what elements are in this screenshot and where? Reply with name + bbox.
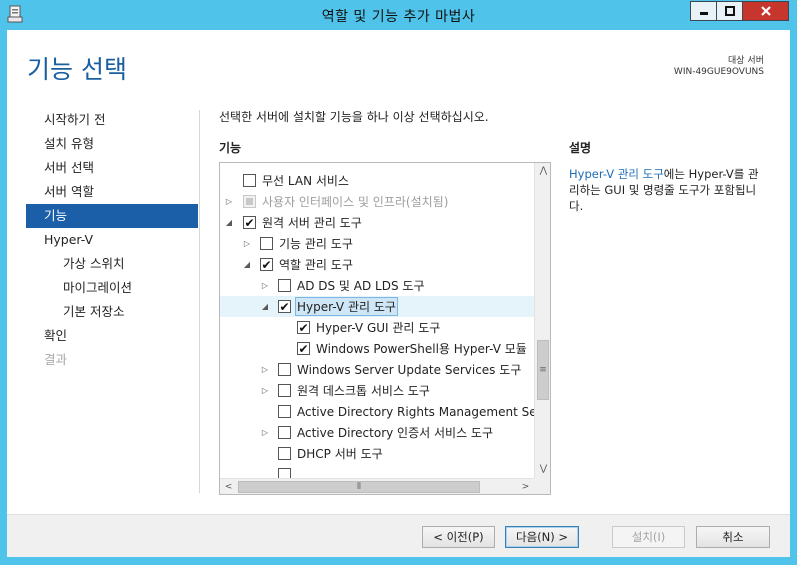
- tree-item[interactable]: ✔ Windows PowerShell용 Hyper-V 모듈: [220, 338, 530, 359]
- wizard-footer: < 이전(P) 다음(N) > 설치(I) 취소: [7, 514, 790, 557]
- close-button[interactable]: [743, 1, 789, 21]
- tree-item[interactable]: DHCP 서버 도구: [220, 443, 530, 464]
- checkbox[interactable]: [260, 237, 273, 250]
- nav-item-features[interactable]: 기능: [26, 204, 198, 228]
- checkbox[interactable]: ✔: [297, 321, 310, 334]
- checkbox[interactable]: [243, 174, 256, 187]
- nav-item-before-you-begin[interactable]: 시작하기 전: [26, 108, 198, 132]
- checkbox[interactable]: ✔: [260, 258, 273, 271]
- tree-item-label: 기능 관리 도구: [279, 237, 353, 251]
- horizontal-scrollbar[interactable]: < ⦀ >: [220, 478, 550, 494]
- page-title: 기능 선택: [27, 55, 127, 84]
- nav-item-hyper-v[interactable]: Hyper-V: [26, 228, 198, 252]
- collapse-arrow-icon[interactable]: ◢: [242, 260, 252, 270]
- tree-item-label: Hyper-V 관리 도구: [295, 297, 398, 316]
- tree-item[interactable]: ▷ Active Directory 인증서 서비스 도구: [220, 422, 530, 443]
- next-button[interactable]: 다음(N) >: [505, 526, 579, 548]
- scroll-down-arrow-icon[interactable]: ⋁: [535, 461, 550, 478]
- tree-item[interactable]: ◢ ✔ 역할 관리 도구: [220, 254, 530, 275]
- close-icon: [760, 6, 771, 16]
- nav-item-virtual-switches[interactable]: 가상 스위치: [26, 252, 198, 276]
- tree-item-label: Active Directory 인증서 서비스 도구: [297, 426, 494, 440]
- tree-item-label: 원격 서버 관리 도구: [262, 216, 362, 230]
- expand-arrow-icon[interactable]: ▷: [260, 428, 270, 438]
- nav-item-server-selection[interactable]: 서버 선택: [26, 156, 198, 180]
- checkbox[interactable]: [278, 405, 291, 418]
- expand-arrow-icon[interactable]: ▷: [260, 386, 270, 396]
- destination-server-label: 대상 서버: [728, 56, 764, 66]
- tree-item[interactable]: ▷ 원격 데스크톱 서비스 도구: [220, 380, 530, 401]
- description-text: Hyper-V 관리 도구에는 Hyper-V를 관리하는 GUI 및 명령줄 …: [569, 166, 769, 214]
- tree-item-label: Windows Server Update Services 도구: [297, 363, 522, 377]
- instruction-text: 선택한 서버에 설치할 기능을 하나 이상 선택하십시오.: [219, 110, 489, 124]
- scroll-right-arrow-icon[interactable]: >: [517, 479, 534, 494]
- maximize-button[interactable]: [717, 1, 743, 21]
- minimize-icon: [699, 12, 708, 15]
- expand-arrow-icon[interactable]: ▷: [260, 365, 270, 375]
- tree-item[interactable]: ▷ Windows Server Update Services 도구: [220, 359, 530, 380]
- scroll-up-arrow-icon[interactable]: ⋀: [535, 163, 550, 180]
- nav-item-confirmation[interactable]: 확인: [26, 324, 198, 348]
- maximize-icon: [724, 6, 735, 16]
- tree-item-label: Active Directory Rights Management Serv: [297, 404, 549, 419]
- tree-item-selected[interactable]: ◢ ✔ Hyper-V 관리 도구: [220, 296, 534, 317]
- checkbox: [243, 195, 256, 208]
- tree-item[interactable]: ◢ ✔ 원격 서버 관리 도구: [220, 212, 530, 233]
- tree-item[interactable]: ▷ 기능 관리 도구: [220, 233, 530, 254]
- tree-item-label: Hyper-V GUI 관리 도구: [316, 321, 441, 335]
- tree-item-label: 역할 관리 도구: [279, 258, 353, 272]
- window-title: 역할 및 기능 추가 마법사: [321, 9, 476, 25]
- checkbox[interactable]: ✔: [278, 300, 291, 313]
- checkbox[interactable]: [278, 426, 291, 439]
- cancel-button[interactable]: 취소: [696, 526, 770, 548]
- nav-item-results: 결과: [44, 352, 68, 367]
- tree-item-label: 원격 데스크톱 서비스 도구: [297, 384, 430, 398]
- checkbox[interactable]: ✔: [297, 342, 310, 355]
- tree-item-label: AD DS 및 AD LDS 도구: [297, 279, 425, 293]
- features-tree[interactable]: 무선 LAN 서비스 ▷ 사용자 인터페이스 및 인프라(설치됨) ◢ ✔ 원격…: [219, 162, 551, 495]
- tree-item[interactable]: ▷ 사용자 인터페이스 및 인프라(설치됨): [220, 191, 530, 212]
- tree-item-label: Windows PowerShell용 Hyper-V 모듈: [316, 342, 527, 356]
- scrollbar-corner: [534, 478, 550, 494]
- wizard-client-area: 기능 선택 대상 서버 WIN-49GUE9OVUNS 시작하기 전 설치 유형…: [7, 30, 790, 557]
- nav-divider: [199, 110, 200, 493]
- description-heading: 설명: [569, 141, 592, 155]
- tree-item[interactable]: Active Directory Rights Management Serv: [220, 401, 549, 422]
- vertical-scroll-thumb[interactable]: ≡: [537, 340, 549, 400]
- features-heading: 기능: [219, 141, 242, 155]
- tree-item[interactable]: ✔ Hyper-V GUI 관리 도구: [220, 317, 530, 338]
- checkbox[interactable]: ✔: [243, 216, 256, 229]
- tree-item-label: DHCP 서버 도구: [297, 447, 383, 461]
- checkbox[interactable]: [278, 279, 291, 292]
- tree-item-label: 무선 LAN 서비스: [262, 174, 349, 188]
- install-button: 설치(I): [612, 526, 685, 548]
- tree-item[interactable]: 무선 LAN 서비스: [220, 170, 530, 191]
- checkbox[interactable]: [278, 384, 291, 397]
- expand-arrow-icon[interactable]: ▷: [224, 197, 234, 207]
- destination-server-name: WIN-49GUE9OVUNS: [673, 67, 764, 77]
- minimize-button[interactable]: [690, 1, 717, 21]
- nav-item-migration[interactable]: 마이그레이션: [26, 276, 198, 300]
- nav-item-default-stores[interactable]: 기본 저장소: [26, 300, 198, 324]
- wizard-window: 역할 및 기능 추가 마법사 기능 선택 대상 서버 WIN-49GUE9OVU…: [0, 0, 797, 565]
- checkbox[interactable]: [278, 447, 291, 460]
- scroll-left-arrow-icon[interactable]: <: [220, 479, 237, 494]
- collapse-arrow-icon[interactable]: ◢: [260, 302, 270, 312]
- expand-arrow-icon[interactable]: ▷: [242, 239, 252, 249]
- title-bar: 역할 및 기능 추가 마법사: [0, 0, 797, 30]
- wizard-nav: 시작하기 전 설치 유형 서버 선택 서버 역할 기능 Hyper-V 가상 스…: [26, 108, 198, 372]
- description-link[interactable]: Hyper-V 관리 도구: [569, 167, 664, 181]
- nav-item-installation-type[interactable]: 설치 유형: [26, 132, 198, 156]
- checkbox[interactable]: [278, 363, 291, 376]
- collapse-arrow-icon[interactable]: ◢: [224, 218, 234, 228]
- tree-item-label: 사용자 인터페이스 및 인프라(설치됨): [262, 195, 449, 209]
- expand-arrow-icon[interactable]: ▷: [260, 281, 270, 291]
- tree-item[interactable]: ▷ AD DS 및 AD LDS 도구: [220, 275, 530, 296]
- nav-item-server-roles[interactable]: 서버 역할: [26, 180, 198, 204]
- vertical-scrollbar[interactable]: ⋀ ≡ ⋁: [534, 163, 550, 478]
- previous-button[interactable]: < 이전(P): [422, 526, 495, 548]
- horizontal-scroll-thumb[interactable]: ⦀: [238, 481, 480, 493]
